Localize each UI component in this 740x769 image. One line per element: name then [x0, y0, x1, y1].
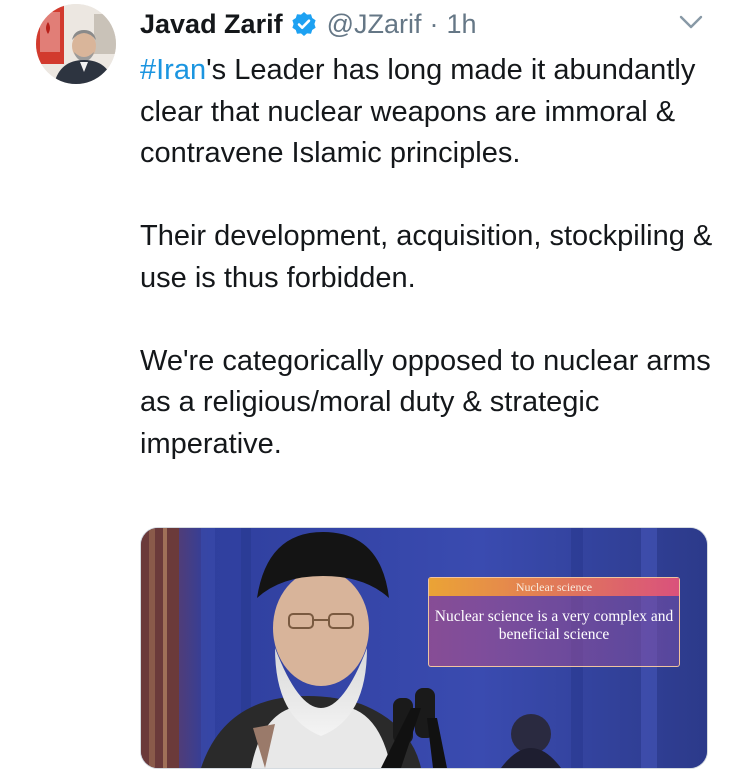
- caption-text: Nuclear science is a very complex and be…: [434, 608, 674, 643]
- tweet-header: Javad Zarif @JZarif · 1h: [140, 2, 477, 46]
- chevron-down-icon[interactable]: [676, 10, 706, 34]
- tweet-paragraph-1: #Iran's Leader has long made it abundant…: [140, 50, 720, 175]
- tweet-text: #Iran's Leader has long made it abundant…: [140, 50, 720, 465]
- tweet-paragraph-1-text: 's Leader has long made it abundantly cl…: [140, 54, 696, 169]
- tweet-paragraph-2: Their development, acquisition, stockpil…: [140, 220, 713, 294]
- author-display-name[interactable]: Javad Zarif: [140, 9, 283, 40]
- header-separator: ·: [429, 8, 439, 39]
- avatar[interactable]: [36, 4, 116, 84]
- tweet-paragraph-3: We're categorically opposed to nuclear a…: [140, 344, 711, 460]
- video-caption-box: Nuclear science Nuclear science is a ver…: [428, 577, 680, 667]
- avatar-image: [36, 4, 116, 84]
- hashtag-link[interactable]: #Iran: [140, 54, 206, 86]
- caption-header: Nuclear science: [429, 578, 679, 596]
- author-handle[interactable]: @JZarif: [327, 9, 422, 40]
- tweet-timestamp[interactable]: 1h: [447, 9, 477, 40]
- verified-badge-icon: [291, 11, 317, 37]
- tweet-media-image[interactable]: Nuclear science Nuclear science is a ver…: [140, 527, 708, 769]
- tweet: Javad Zarif @JZarif · 1h #Iran's Leader …: [0, 0, 740, 769]
